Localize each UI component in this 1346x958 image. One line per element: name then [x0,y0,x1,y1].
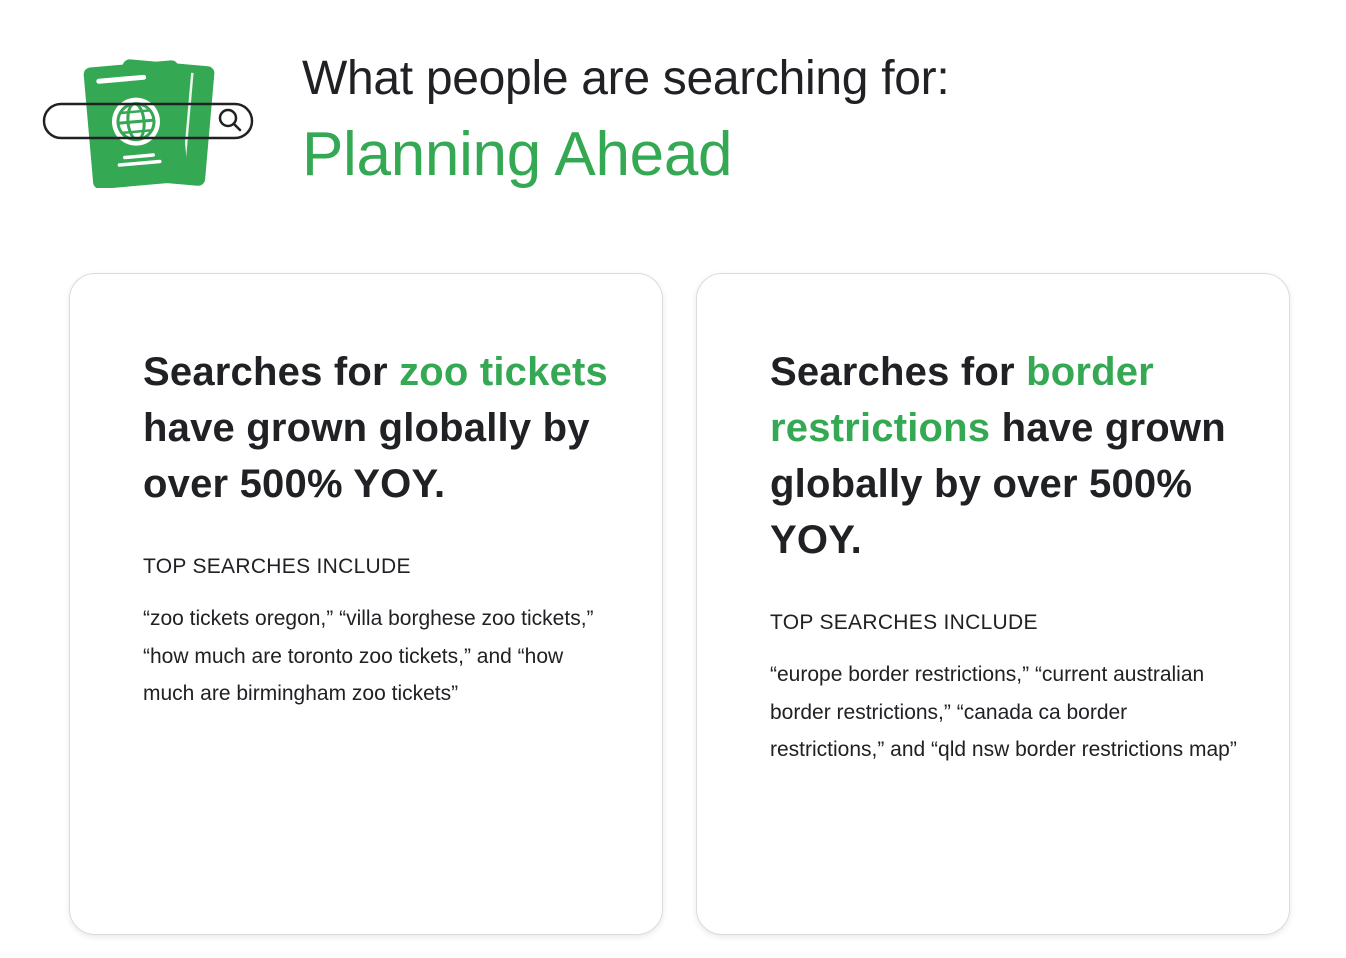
page-title: Planning Ahead [302,120,733,189]
card-headline: Searches for border restrictions have gr… [770,344,1270,568]
stat-card-border-restrictions: Searches for border restrictions have gr… [696,273,1290,935]
header: What people are searching for: Planning … [302,50,950,192]
card-headline: Searches for zoo tickets have grown glob… [143,344,643,512]
headline-highlight: zoo tickets [399,350,608,394]
card-body: “europe border restrictions,” “current a… [770,663,1237,761]
stat-card-zoo-tickets: Searches for zoo tickets have grown glob… [69,273,663,935]
headline-text: Searches for [770,350,1027,394]
card-body: “zoo tickets oregon,” “villa borghese zo… [143,607,594,705]
card-subheading: TOP SEARCHES INCLUDE [143,555,411,578]
passport-search-icon [40,52,260,190]
header-kicker: What people are searching for: [302,52,950,105]
headline-text: Searches for [143,350,400,394]
headline-text: have grown globally by over 500% YOY. [143,406,590,506]
card-subheading: TOP SEARCHES INCLUDE [770,611,1038,634]
